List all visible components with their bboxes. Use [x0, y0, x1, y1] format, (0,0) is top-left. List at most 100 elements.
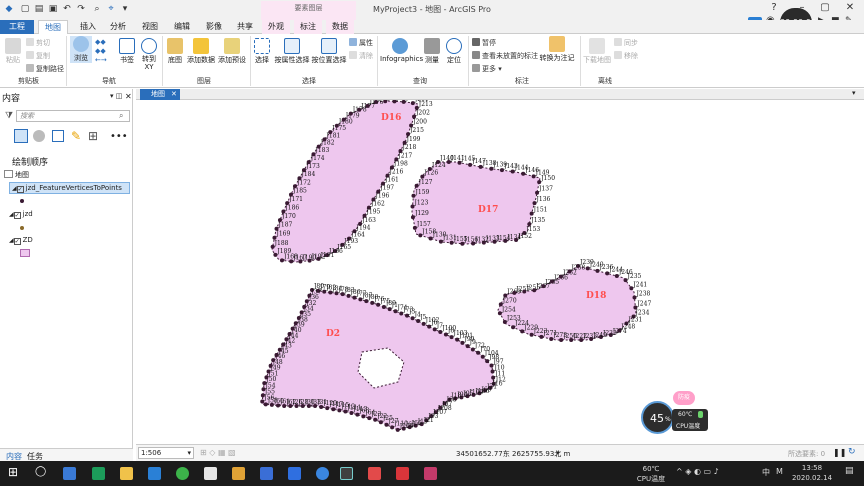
- layer-item-jzd-vertices[interactable]: ◢✓ jzd_FeatureVerticesToPoints: [9, 182, 130, 194]
- tab-edit[interactable]: 编辑: [168, 20, 196, 34]
- pane-close-icon[interactable]: ✕: [125, 92, 132, 101]
- pause-drawing-icon[interactable]: ❚❚: [833, 448, 846, 457]
- filter-icon[interactable]: ⧩: [5, 111, 13, 121]
- copy-path-button[interactable]: 复制路径: [26, 64, 64, 74]
- tab-insert[interactable]: 插入: [74, 20, 102, 34]
- view-unplaced-button[interactable]: 查看未放置的标注: [472, 51, 538, 61]
- notepad-icon[interactable]: [204, 467, 217, 480]
- tab-data[interactable]: 数据: [326, 20, 354, 34]
- tab-appearance[interactable]: 外观: [262, 20, 290, 34]
- clear-selection-button[interactable]: 清除: [349, 51, 373, 61]
- layer-item-zd[interactable]: ◢✓ ZD: [9, 236, 33, 245]
- edge-browser-icon[interactable]: [148, 467, 161, 480]
- task-view-icon[interactable]: [63, 467, 76, 480]
- select-by-attributes-button[interactable]: 按属性选择: [274, 38, 310, 65]
- selection-view-icon[interactable]: [52, 130, 64, 142]
- paste-button[interactable]: 粘贴: [4, 38, 22, 65]
- download-map-button[interactable]: 下载地图: [583, 38, 611, 65]
- select-by-location-button[interactable]: 按位置选择: [311, 38, 347, 65]
- tab-menu-icon[interactable]: ▾: [852, 89, 856, 97]
- map-canvas[interactable]: J203J204J211J212J201J213J202J200J215J199…: [136, 100, 864, 444]
- basemap-button[interactable]: 底图: [165, 38, 185, 65]
- refresh-icon[interactable]: ↻: [848, 447, 856, 457]
- coordinate-format-icon[interactable]: ▾: [556, 449, 560, 457]
- contents-search-input[interactable]: 搜索: [16, 110, 130, 122]
- infographics-button[interactable]: Infographics: [380, 38, 424, 63]
- zoom-pan-controls[interactable]: ◆◆ ◆◆ ←→: [95, 38, 115, 68]
- scale-selector[interactable]: 1:506 ▾: [138, 447, 194, 459]
- pointer-icon[interactable]: ⌖: [106, 4, 116, 14]
- search-icon[interactable]: ◯: [35, 466, 46, 477]
- editing-view-icon[interactable]: ✎: [71, 129, 81, 143]
- layer-checkbox[interactable]: ✓: [13, 238, 21, 245]
- tab-imagery[interactable]: 影像: [200, 20, 228, 34]
- tab-project[interactable]: 工程: [0, 20, 34, 34]
- tab-share[interactable]: 共享: [231, 20, 259, 34]
- data-source-view-icon[interactable]: [33, 130, 45, 142]
- convert-to-annotation-button[interactable]: 转换为注记: [538, 36, 576, 63]
- locate-button[interactable]: 定位: [444, 38, 464, 65]
- map-view-tab[interactable]: 地图 ✕: [140, 89, 180, 100]
- wechat-icon[interactable]: [176, 467, 189, 480]
- app-icon-green[interactable]: [92, 467, 105, 480]
- save-icon[interactable]: ▣: [48, 4, 58, 14]
- ime-indicator[interactable]: 中: [762, 467, 770, 478]
- measure-button[interactable]: 测量: [422, 38, 442, 65]
- layer-item-jzd[interactable]: ◢✓ jzd: [9, 210, 33, 219]
- clock-time[interactable]: 13:58: [790, 464, 834, 472]
- app-icon-red[interactable]: [368, 467, 381, 480]
- select-button[interactable]: 选择: [252, 38, 272, 65]
- copy-button[interactable]: 复制: [26, 51, 50, 61]
- drawing-order-view-icon[interactable]: [14, 129, 28, 143]
- more-labeling-button[interactable]: 更多 ▾: [472, 64, 502, 74]
- app-icon-red-2[interactable]: [396, 467, 409, 480]
- cut-button[interactable]: 剪切: [26, 38, 50, 48]
- undo-icon[interactable]: ↶: [62, 4, 72, 14]
- arcgis-pro-icon[interactable]: [340, 467, 353, 480]
- add-preset-button[interactable]: 添加预设: [217, 38, 247, 65]
- more-options-icon[interactable]: •••: [110, 131, 128, 142]
- close-icon[interactable]: ✕: [171, 90, 177, 98]
- windows-start-icon[interactable]: ⊞: [8, 465, 18, 479]
- sync-button[interactable]: 同步: [614, 38, 638, 48]
- app-icon-blue-2[interactable]: [288, 467, 301, 480]
- help-button[interactable]: ?: [767, 2, 781, 13]
- scale-tools-icons[interactable]: ⊞ ◇ ▦ ▧: [200, 448, 236, 457]
- snapping-view-icon[interactable]: ⊞: [88, 129, 98, 143]
- app-icon-magenta[interactable]: [424, 467, 437, 480]
- attributes-button[interactable]: 属性: [349, 38, 373, 48]
- file-explorer-icon[interactable]: [120, 467, 133, 480]
- remove-button[interactable]: 移除: [614, 51, 638, 61]
- binoculars-icon[interactable]: ⌕: [92, 4, 102, 14]
- customize-icon[interactable]: ▾: [120, 4, 130, 14]
- explore-button[interactable]: 浏览: [70, 36, 92, 63]
- redo-icon[interactable]: ↷: [76, 4, 86, 14]
- open-project-icon[interactable]: ▤: [34, 4, 44, 14]
- pane-options-icon[interactable]: ▾ ◫: [110, 92, 122, 100]
- separator: [250, 36, 251, 86]
- clock-date[interactable]: 2020.02.14: [790, 474, 834, 482]
- notification-icon[interactable]: ▤: [845, 466, 854, 476]
- app-icon-orange[interactable]: [232, 467, 245, 480]
- layer-checkbox[interactable]: ✓: [13, 212, 21, 219]
- maximize-icon[interactable]: ▢: [818, 2, 832, 13]
- layer-checkbox[interactable]: ✓: [16, 186, 24, 193]
- tab-labeling[interactable]: 标注: [294, 20, 322, 34]
- search-icon[interactable]: ⌕: [119, 111, 123, 121]
- tab-analysis[interactable]: 分析: [104, 20, 132, 34]
- app-icon-circle[interactable]: [316, 467, 329, 480]
- bookmarks-button[interactable]: 书签: [118, 38, 136, 65]
- close-icon[interactable]: ✕: [843, 2, 857, 13]
- goto-xy-button[interactable]: 转到 XY: [140, 38, 158, 71]
- cpu-widget[interactable]: 45% 60℃ CPU温度 防疫: [641, 391, 709, 435]
- map-node[interactable]: 地图: [4, 170, 29, 180]
- infographics-label: Infographics: [380, 55, 424, 63]
- tab-map[interactable]: 地图: [38, 20, 68, 34]
- mail-icon[interactable]: M: [776, 467, 783, 476]
- new-project-icon[interactable]: ▢: [20, 4, 30, 14]
- add-data-button[interactable]: 添加数据: [186, 38, 216, 65]
- pause-labeling-button[interactable]: 暂停: [472, 38, 496, 48]
- app-icon-blue[interactable]: [260, 467, 273, 480]
- tray-icons[interactable]: ^ ◈ ◐ ▭ ♪: [676, 467, 719, 476]
- tab-view[interactable]: 视图: [136, 20, 164, 34]
